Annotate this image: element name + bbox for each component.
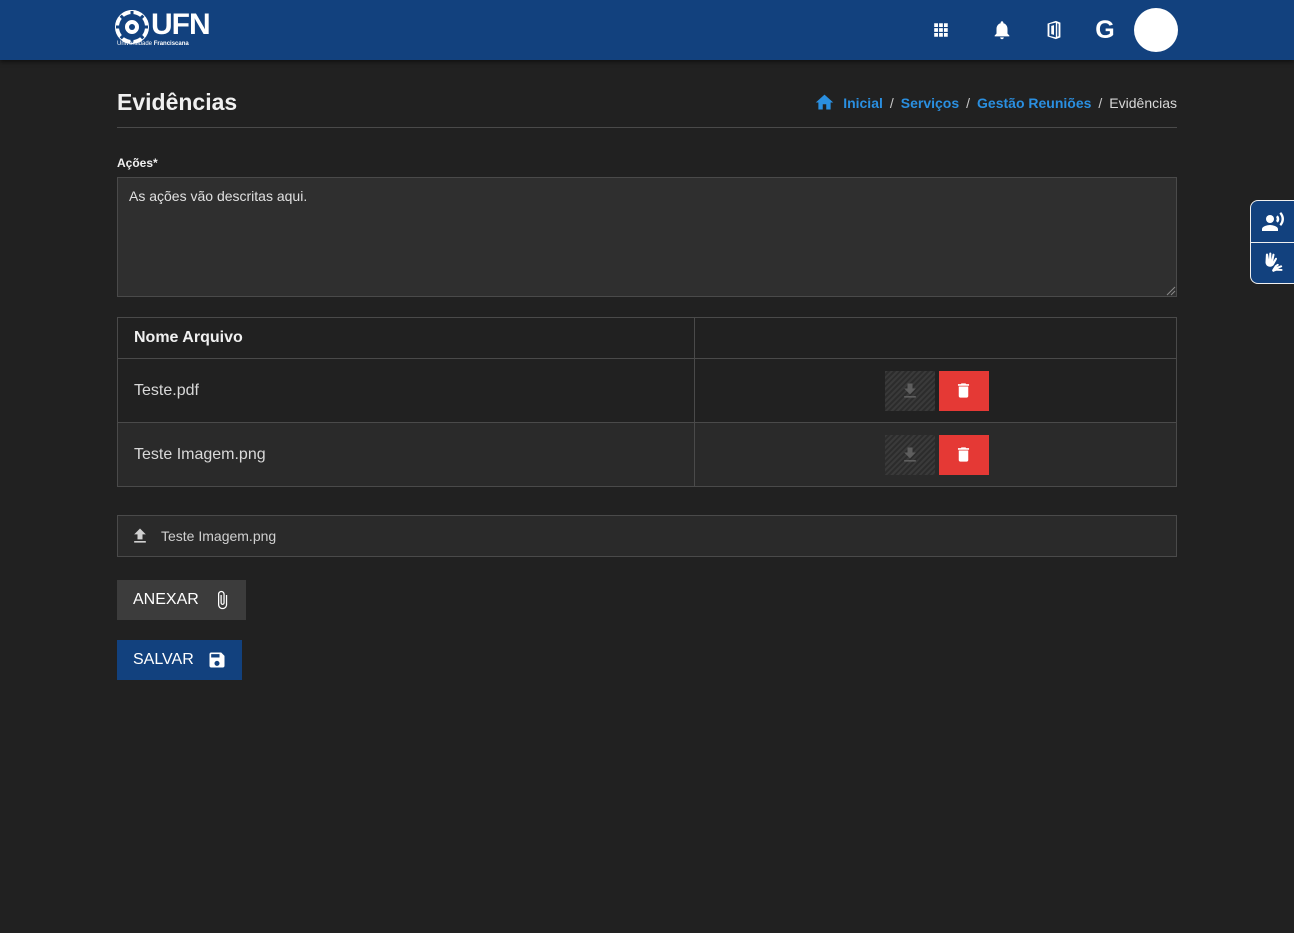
logo-wordmark: UFN xyxy=(151,8,211,41)
acoes-label: Ações* xyxy=(117,156,158,170)
column-header-actions xyxy=(694,317,1177,359)
paperclip-icon xyxy=(213,589,233,611)
acoes-textarea[interactable]: As ações vão descritas aqui. xyxy=(117,177,1177,297)
breadcrumb-inicial[interactable]: Inicial xyxy=(843,95,883,111)
office-icon[interactable] xyxy=(1042,18,1066,42)
download-button[interactable] xyxy=(884,434,935,475)
top-icons: G xyxy=(929,0,1178,60)
speaking-person-icon xyxy=(1261,211,1284,231)
trash-icon xyxy=(957,383,970,398)
table-header-row: Nome Arquivo xyxy=(117,317,1177,359)
file-name-cell: Teste Imagem.png xyxy=(117,422,695,487)
bell-icon[interactable] xyxy=(990,18,1014,42)
download-icon xyxy=(903,447,916,462)
page-title: Evidências xyxy=(117,89,238,115)
ufn-logo[interactable]: UFN Universidade Franciscana xyxy=(115,8,211,50)
apps-grid-icon[interactable] xyxy=(929,18,953,42)
files-table: Nome Arquivo Teste.pdf Teste Imagem.png xyxy=(117,317,1177,487)
audio-accessibility-button[interactable] xyxy=(1251,201,1294,242)
google-icon[interactable]: G xyxy=(1093,16,1117,44)
breadcrumb: Inicial / Serviços / Gestão Reuniões / E… xyxy=(814,92,1177,113)
delete-button[interactable] xyxy=(938,434,989,475)
salvar-button[interactable]: SALVAR xyxy=(117,640,242,680)
accessibility-widget xyxy=(1250,200,1294,284)
file-upload-field[interactable]: Teste Imagem.png xyxy=(117,515,1177,557)
table-row: Teste.pdf xyxy=(117,358,1177,423)
sign-language-hands-icon xyxy=(1265,252,1283,272)
top-navbar: UFN Universidade Franciscana G xyxy=(0,0,1294,60)
file-name-cell: Teste.pdf xyxy=(117,358,695,423)
salvar-label: SALVAR xyxy=(133,651,194,668)
upload-icon xyxy=(130,526,150,546)
ufn-logo-icon xyxy=(115,10,149,44)
file-actions-cell xyxy=(694,422,1177,487)
title-divider xyxy=(117,127,1177,128)
column-header-nome-arquivo: Nome Arquivo xyxy=(117,317,695,359)
breadcrumb-current: Evidências xyxy=(1109,94,1177,111)
download-icon xyxy=(903,383,916,398)
upload-filename: Teste Imagem.png xyxy=(161,528,277,544)
resize-grip-icon[interactable] xyxy=(1166,286,1176,296)
breadcrumb-separator: / xyxy=(966,94,971,111)
download-button[interactable] xyxy=(884,370,935,411)
table-row: Teste Imagem.png xyxy=(117,422,1177,487)
breadcrumb-gestao-reunioes[interactable]: Gestão Reuniões xyxy=(977,95,1091,111)
user-avatar[interactable] xyxy=(1134,8,1178,52)
logo-subtitle-2: Franciscana xyxy=(153,41,189,47)
breadcrumb-servicos[interactable]: Serviços xyxy=(901,95,959,111)
breadcrumb-separator: / xyxy=(889,94,894,111)
save-icon xyxy=(207,649,227,671)
trash-icon xyxy=(957,447,970,462)
anexar-button[interactable]: ANEXAR xyxy=(117,580,246,620)
anexar-label: ANEXAR xyxy=(133,591,199,608)
logo-subtitle: Universidade Franciscana xyxy=(117,41,210,47)
breadcrumb-separator: / xyxy=(1098,94,1103,111)
logo-subtitle-1: Universidade xyxy=(117,41,153,47)
sign-language-button[interactable] xyxy=(1251,242,1294,283)
home-icon[interactable] xyxy=(814,92,835,113)
delete-button[interactable] xyxy=(938,370,989,411)
file-actions-cell xyxy=(694,358,1177,423)
